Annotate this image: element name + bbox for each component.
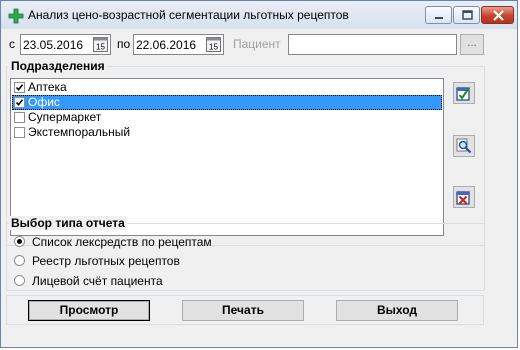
svg-text:15: 15	[96, 43, 105, 52]
report-dialog-window: Анализ цено-возрастной сегментации льгот…	[0, 0, 518, 348]
list-item-label: Офис	[28, 95, 60, 109]
checkbox[interactable]	[14, 97, 25, 108]
checkbox[interactable]	[14, 127, 25, 138]
browse-patient-button[interactable]: ...	[460, 34, 484, 55]
check-icon	[15, 99, 24, 106]
to-date-value: 22.06.2016	[136, 38, 197, 52]
from-date-label: с	[9, 37, 15, 51]
check-all-icon	[456, 87, 470, 101]
list-item-label: Супермаркет	[28, 110, 102, 124]
radio-button[interactable]	[14, 255, 25, 266]
list-item-label: Аптека	[28, 80, 67, 94]
title-bar[interactable]: Анализ цено-возрастной сегментации льгот…	[1, 1, 517, 29]
to-date-field[interactable]: 22.06.2016 15	[133, 34, 224, 55]
list-item-selected[interactable]: Офис	[12, 95, 442, 110]
preview-button[interactable]: Просмотр	[28, 300, 150, 321]
dialog-content: с 23.05.2016 15 по 22.06.2016 15 Пациент…	[1, 29, 517, 347]
radio-label: Лицевой счёт пациента	[32, 274, 163, 288]
radio-label: Список лексредств по рецептам	[32, 235, 212, 249]
checkbox[interactable]	[14, 82, 25, 93]
minimize-button[interactable]	[425, 6, 452, 24]
close-button[interactable]	[481, 6, 514, 24]
print-button[interactable]: Печать	[182, 300, 304, 321]
to-date-label: по	[117, 37, 131, 51]
patient-input[interactable]	[288, 34, 457, 55]
list-item[interactable]: Аптека	[12, 80, 442, 95]
svg-text:15: 15	[209, 43, 218, 52]
search-button[interactable]	[453, 135, 475, 157]
maximize-button[interactable]	[453, 6, 480, 24]
patient-label: Пациент	[233, 37, 281, 51]
check-icon	[15, 84, 24, 91]
departments-list[interactable]: Аптека Офис Супермаркет Экстемпоральный	[10, 78, 444, 236]
list-item[interactable]: Супермаркет	[12, 110, 442, 125]
list-item[interactable]: Экстемпоральный	[12, 125, 442, 140]
uncheck-all-icon	[456, 191, 470, 205]
from-date-value: 23.05.2016	[23, 38, 84, 52]
green-cross-app-icon	[8, 8, 24, 24]
clear-selection-button[interactable]	[453, 186, 475, 208]
search-icon	[456, 138, 472, 154]
radio-dot	[17, 239, 22, 244]
select-all-button[interactable]	[453, 82, 475, 104]
report-type-group-title: Выбор типа отчета	[9, 216, 127, 230]
checkbox[interactable]	[14, 112, 25, 123]
radio-button[interactable]	[14, 236, 25, 247]
departments-group-title: Подразделения	[9, 59, 107, 73]
list-item-label: Экстемпоральный	[28, 125, 131, 139]
radio-label: Реестр льготных рецептов	[32, 254, 180, 268]
minimize-icon	[435, 17, 443, 19]
maximize-icon	[462, 10, 473, 20]
radio-button[interactable]	[14, 275, 25, 286]
calendar-icon[interactable]: 15	[206, 37, 221, 52]
from-date-field[interactable]: 23.05.2016 15	[20, 34, 111, 55]
window-title: Анализ цено-возрастной сегментации льгот…	[28, 8, 349, 22]
calendar-icon[interactable]: 15	[93, 37, 108, 52]
close-icon	[493, 10, 504, 21]
exit-button[interactable]: Выход	[336, 300, 458, 321]
button-panel: Просмотр Печать Выход	[6, 295, 484, 325]
